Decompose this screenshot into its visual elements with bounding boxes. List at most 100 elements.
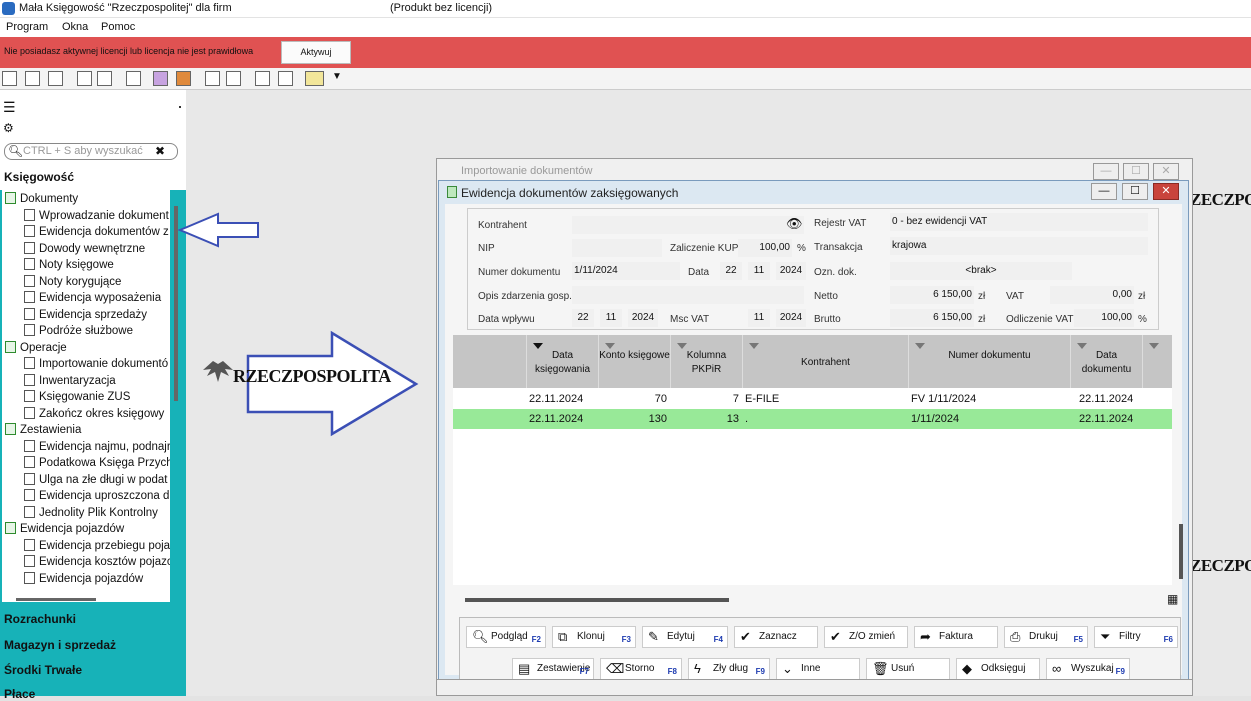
menu-okna[interactable]: Okna <box>62 18 88 37</box>
filtry-button[interactable]: ⏷ Filtry F6 <box>1094 626 1178 648</box>
tree-item[interactable]: Ewidencja najmu, podnajr <box>24 439 170 455</box>
odliczenie-field[interactable]: 100,00 <box>1074 309 1134 327</box>
tree-item[interactable]: Jednolity Plik Kontrolny <box>24 505 158 521</box>
eye-icon[interactable]: 👁 <box>786 216 803 232</box>
wplyw-month-field[interactable]: 11 <box>600 309 622 327</box>
table-row[interactable]: 22.11.2024 70 7 E-FILE FV 1/11/2024 22.11.202… <box>453 389 1172 409</box>
drukuj-button[interactable]: ⎙ Drukuj F5 <box>1004 626 1088 648</box>
zaliczenie-field[interactable]: 100,00 <box>738 239 792 257</box>
usuń-button[interactable]: 🗑︎ Usuń <box>866 658 950 680</box>
kontrahent-field[interactable] <box>572 216 804 234</box>
data-month-field[interactable]: 11 <box>748 262 770 280</box>
tree-group[interactable]: Dokumenty <box>5 191 78 207</box>
z-o-zmień-button[interactable]: ✔ Z/O zmień <box>824 626 908 648</box>
tree-item[interactable]: Ewidencja sprzedaży <box>24 307 147 323</box>
toolbar-ledger-icon[interactable] <box>25 71 40 86</box>
msc-year-field[interactable]: 2024 <box>776 309 806 327</box>
tree-item[interactable]: Podatkowa Księga Przych <box>24 455 170 471</box>
tree-item[interactable]: Wprowadzanie dokument <box>24 208 169 224</box>
faktura-button[interactable]: ➦ Faktura <box>914 626 998 648</box>
back-maximize-button[interactable]: ☐ <box>1123 163 1149 180</box>
wplyw-day-field[interactable]: 22 <box>572 309 594 327</box>
inne-button[interactable]: ⌄ Inne <box>776 658 860 680</box>
tree-item[interactable]: Ulga na złe długi w podat <box>24 472 168 488</box>
tree-hscrollbar[interactable] <box>16 598 96 601</box>
tree-group[interactable]: Ewidencja pojazdów <box>5 521 124 537</box>
tree-item[interactable]: Inwentaryzacja <box>24 373 116 389</box>
activate-button[interactable]: Aktywuj <box>281 41 351 64</box>
zły-dług-button[interactable]: ϟ Zły dług F9 <box>688 658 770 680</box>
grid-columns-icon[interactable]: ▦ <box>1167 592 1178 606</box>
tree-item[interactable]: Ewidencja uproszczona dl <box>24 488 170 504</box>
toolbar-f-icon[interactable] <box>226 71 241 86</box>
tree-item[interactable]: Noty księgowe <box>24 257 114 273</box>
search-field[interactable]: 🔍︎ CTRL + S aby wyszukać ✖ <box>4 143 178 160</box>
toolbar-calc-icon[interactable] <box>205 71 220 86</box>
tree-item[interactable]: Zakończ okres księgowy <box>24 406 164 422</box>
tree-item[interactable]: Ewidencja pojazdów <box>24 571 143 587</box>
odksięguj-button[interactable]: ◆ Odksięguj <box>956 658 1040 680</box>
edytuj-button[interactable]: ✎ Edytuj F4 <box>642 626 728 648</box>
col-kolumna[interactable]: Kolumna PKPiR <box>671 335 743 388</box>
zaznacz-button[interactable]: ✔ Zaznacz <box>734 626 818 648</box>
toolbar-folder-icon[interactable] <box>153 71 168 86</box>
data-year-field[interactable]: 2024 <box>776 262 806 280</box>
tree-item[interactable]: Podróże służbowe <box>24 323 133 339</box>
tree-item[interactable]: Dowody wewnętrzne <box>24 241 145 257</box>
menu-program[interactable]: Program <box>6 18 48 37</box>
ozn-field[interactable]: <brak> <box>890 262 1072 280</box>
wyszukaj-button[interactable]: ∞ Wyszukaj F9 <box>1046 658 1130 680</box>
zestawienie-button[interactable]: ▤ Zestawienie F7 <box>512 658 594 680</box>
tree-item[interactable]: Ewidencja dokumentów z <box>24 224 169 240</box>
data-day-field[interactable]: 22 <box>720 262 742 280</box>
opis-field[interactable] <box>572 286 804 304</box>
tree-group[interactable]: Operacje <box>5 340 67 356</box>
wplyw-year-field[interactable]: 2024 <box>628 309 658 327</box>
section-place[interactable]: Płace <box>4 687 35 701</box>
back-close-button[interactable]: ✕ <box>1153 163 1179 180</box>
close-button[interactable]: ✕ <box>1153 183 1179 200</box>
gears-icon[interactable]: ⚙ <box>3 121 14 135</box>
brutto-field[interactable]: 6 150,00 <box>890 309 974 327</box>
hamburger-icon[interactable]: ☰ <box>3 100 16 114</box>
tree-item[interactable]: Ewidencja kosztów pojazc <box>24 554 170 570</box>
toolbar-list-icon[interactable] <box>48 71 63 86</box>
nip-field[interactable] <box>572 239 662 257</box>
clear-icon[interactable]: ✖ <box>155 144 165 159</box>
toolbar-mail-icon[interactable] <box>305 71 324 86</box>
grid-hscrollbar[interactable] <box>465 598 729 602</box>
tree-item[interactable]: Księgowanie ZUS <box>24 389 130 405</box>
msc-month-field[interactable]: 11 <box>748 309 770 327</box>
col-numer[interactable]: Numer dokumentu <box>909 335 1071 388</box>
section-magazyn[interactable]: Magazyn i sprzedaż <box>4 638 116 652</box>
tree-group[interactable]: Zestawienia <box>5 422 81 438</box>
toolbar-export-icon[interactable] <box>176 71 191 86</box>
vat-field[interactable]: 0,00 <box>1050 286 1134 304</box>
toolbar-report-icon[interactable] <box>126 71 141 86</box>
col-konto[interactable]: Konto księgowe <box>599 335 671 388</box>
tree-item[interactable]: Ewidencja wyposażenia <box>24 290 161 306</box>
section-srodki-trwale[interactable]: Środki Trwałe <box>4 663 82 677</box>
klonuj-button[interactable]: ⧉ Klonuj F3 <box>552 626 636 648</box>
transakcja-field[interactable]: krajowa <box>890 237 1148 255</box>
table-row[interactable]: 22.11.2024 130 13. 1/11/2024 22.11.2024 <box>453 409 1172 429</box>
grid-vscrollbar[interactable] <box>1179 524 1183 579</box>
col-more[interactable] <box>1143 335 1172 388</box>
minimize-button[interactable]: — <box>1091 183 1117 200</box>
toolbar-pit-icon[interactable] <box>255 71 270 86</box>
toolbar-m-icon[interactable] <box>77 71 92 86</box>
tree-item[interactable]: Noty korygujące <box>24 274 121 290</box>
storno-button[interactable]: ⌫ Storno F8 <box>600 658 682 680</box>
toolbar-doc-icon[interactable] <box>2 71 17 86</box>
podgląd-button[interactable]: 🔍︎ Podgląd F2 <box>466 626 546 648</box>
maximize-button[interactable]: ☐ <box>1122 183 1148 200</box>
col-data-ksiegowania[interactable]: Data księgowania <box>527 335 599 388</box>
netto-field[interactable]: 6 150,00 <box>890 286 974 304</box>
section-ksiegowosc[interactable]: Księgowość <box>4 170 74 184</box>
rejestr-field[interactable]: 0 - bez ewidencji VAT <box>890 213 1148 231</box>
toolbar-fa-icon[interactable] <box>97 71 112 86</box>
back-minimize-button[interactable]: — <box>1093 163 1119 180</box>
toolbar-bank-icon[interactable] <box>278 71 293 86</box>
tree-item[interactable]: Ewidencja przebiegu poja <box>24 538 170 554</box>
col-data-dokumentu[interactable]: Data dokumentu <box>1071 335 1143 388</box>
